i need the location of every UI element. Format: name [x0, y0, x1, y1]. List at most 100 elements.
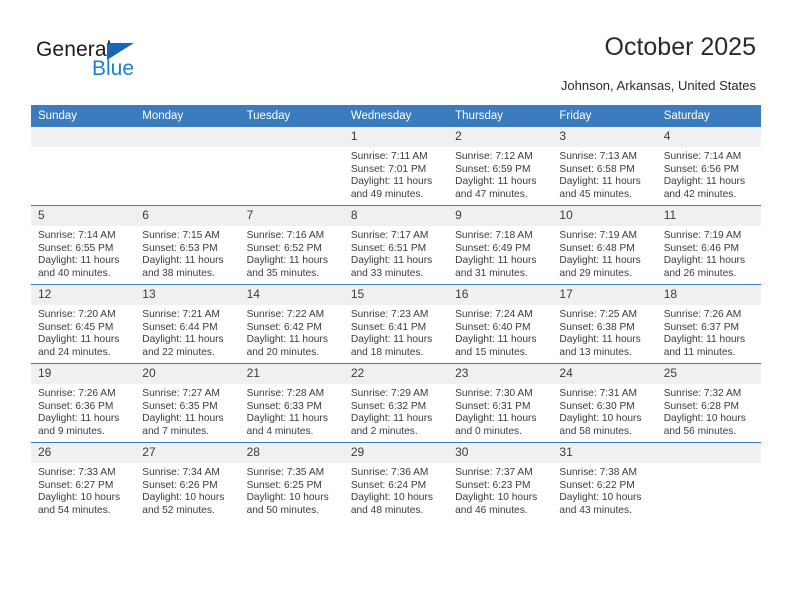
day-sun-info: Sunrise: 7:38 AM Sunset: 6:22 PM Daylight:…: [552, 463, 656, 517]
page-subtitle-location: Johnson, Arkansas, United States: [560, 78, 756, 93]
day-number: 1: [343, 127, 449, 147]
calendar-day-cell[interactable]: 12 Sunrise: 7:20 AM Sunset: 6:45 PM Dayligh…: [31, 284, 136, 364]
calendar-day-cell[interactable]: 30 Sunrise: 7:37 AM Sunset: 6:23 PM Dayligh…: [448, 442, 553, 521]
sunrise-text: Sunrise: 7:30 AM: [455, 388, 533, 399]
calendar-day-cell[interactable]: 23 Sunrise: 7:30 AM Sunset: 6:31 PM Dayligh…: [448, 363, 553, 443]
calendar-day-cell[interactable]: 18 Sunrise: 7:26 AM Sunset: 6:37 PM Dayligh…: [656, 284, 761, 364]
sunset-text: Sunset: 7:01 PM: [350, 163, 427, 175]
daylight-text: Daylight: 11 hours and 4 minutes.: [246, 413, 328, 437]
daylight-text: Daylight: 11 hours and 18 minutes.: [350, 334, 433, 358]
sunrise-text: Sunrise: 7:32 AM: [663, 388, 742, 399]
sunrise-text: Sunrise: 7:33 AM: [38, 467, 116, 478]
calendar-day-cell[interactable]: 22 Sunrise: 7:29 AM Sunset: 6:32 PM Dayligh…: [343, 363, 449, 443]
sunset-text: Sunset: 6:49 PM: [455, 242, 531, 254]
day-number: 25: [656, 364, 761, 384]
general-blue-logo[interactable]: General Blue: [36, 38, 236, 86]
calendar-day-cell[interactable]: 3 Sunrise: 7:13 AM Sunset: 6:58 PM Daylight…: [552, 127, 657, 206]
calendar-day-cell[interactable]: 4 Sunrise: 7:14 AM Sunset: 6:56 PM Daylight…: [656, 127, 761, 206]
calendar-day-cell[interactable]: 16 Sunrise: 7:24 AM Sunset: 6:40 PM Dayligh…: [448, 284, 553, 364]
calendar-day-cell[interactable]: 28 Sunrise: 7:35 AM Sunset: 6:25 PM Dayligh…: [239, 442, 344, 521]
day-number: 12: [31, 285, 136, 305]
sunrise-sunset-calendar: Sunday Monday Tuesday Wednesday Thursday Frid…: [31, 105, 761, 521]
sunset-text: Sunset: 6:51 PM: [350, 242, 427, 254]
page-header: General Blue October 2025 Johnson, Arkan…: [0, 0, 792, 100]
calendar-day-cell[interactable]: 17 Sunrise: 7:25 AM Sunset: 6:38 PM Dayligh…: [552, 284, 657, 364]
day-sun-info: Sunrise: 7:30 AM Sunset: 6:31 PM Daylight:…: [448, 384, 552, 438]
calendar-day-cell[interactable]: 2 Sunrise: 7:12 AM Sunset: 6:59 PM Daylight…: [448, 127, 553, 206]
weekday-header-tuesday: Tuesday: [239, 105, 344, 127]
day-number: 20: [135, 364, 240, 384]
calendar-day-cell[interactable]: 8 Sunrise: 7:17 AM Sunset: 6:51 PM Daylight…: [343, 205, 449, 285]
day-number: 4: [656, 127, 761, 147]
day-number: 22: [343, 364, 449, 384]
sunset-text: Sunset: 6:40 PM: [455, 321, 531, 333]
calendar-cell-empty: [656, 442, 761, 521]
sunset-text: Sunset: 6:52 PM: [246, 242, 322, 254]
day-sun-info: Sunrise: 7:29 AM Sunset: 6:32 PM Daylight:…: [344, 384, 448, 438]
daylight-text: Daylight: 11 hours and 33 minutes.: [350, 255, 433, 279]
daylight-text: Daylight: 10 hours and 43 minutes.: [559, 492, 642, 516]
day-number: [656, 443, 761, 463]
calendar-day-cell[interactable]: 5 Sunrise: 7:14 AM Sunset: 6:55 PM Daylight…: [31, 205, 136, 285]
calendar-cell-empty: [239, 127, 344, 206]
calendar-day-cell[interactable]: 24 Sunrise: 7:31 AM Sunset: 6:30 PM Dayligh…: [552, 363, 657, 443]
calendar-day-cell[interactable]: 26 Sunrise: 7:33 AM Sunset: 6:27 PM Dayligh…: [31, 442, 136, 521]
calendar-day-cell[interactable]: 20 Sunrise: 7:27 AM Sunset: 6:35 PM Dayligh…: [135, 363, 240, 443]
sunrise-text: Sunrise: 7:23 AM: [350, 309, 429, 320]
calendar-week-row: 5 Sunrise: 7:14 AM Sunset: 6:55 PM Daylight…: [31, 205, 761, 285]
day-sun-info: Sunrise: 7:33 AM Sunset: 6:27 PM Daylight:…: [31, 463, 135, 517]
day-number: 2: [448, 127, 553, 147]
daylight-text: Daylight: 11 hours and 29 minutes.: [559, 255, 641, 279]
day-number: [239, 127, 344, 147]
weekday-header-monday: Monday: [135, 105, 240, 127]
calendar-day-cell[interactable]: 19 Sunrise: 7:26 AM Sunset: 6:36 PM Dayligh…: [31, 363, 136, 443]
sunset-text: Sunset: 6:46 PM: [663, 242, 740, 254]
sunrise-text: Sunrise: 7:36 AM: [350, 467, 429, 478]
sunset-text: Sunset: 6:42 PM: [246, 321, 322, 333]
sunrise-text: Sunrise: 7:14 AM: [663, 151, 742, 162]
sunrise-text: Sunrise: 7:37 AM: [455, 467, 533, 478]
calendar-day-cell[interactable]: 6 Sunrise: 7:15 AM Sunset: 6:53 PM Daylight…: [135, 205, 240, 285]
calendar-day-cell[interactable]: 11 Sunrise: 7:19 AM Sunset: 6:46 PM Dayligh…: [656, 205, 761, 285]
weekday-header-friday: Friday: [552, 105, 657, 127]
calendar-day-cell[interactable]: 15 Sunrise: 7:23 AM Sunset: 6:41 PM Dayligh…: [343, 284, 449, 364]
weekday-header-wednesday: Wednesday: [343, 105, 449, 127]
calendar-week-row: 12 Sunrise: 7:20 AM Sunset: 6:45 PM Dayligh…: [31, 284, 761, 364]
day-number: 15: [343, 285, 449, 305]
sunrise-text: Sunrise: 7:13 AM: [559, 151, 637, 162]
day-number: [135, 127, 240, 147]
day-sun-info: Sunrise: 7:11 AM Sunset: 7:01 PM Daylight:…: [344, 147, 448, 201]
sunset-text: Sunset: 6:56 PM: [663, 163, 740, 175]
day-sun-info: Sunrise: 7:31 AM Sunset: 6:30 PM Daylight:…: [552, 384, 656, 438]
sunset-text: Sunset: 6:35 PM: [142, 400, 218, 412]
sunset-text: Sunset: 6:53 PM: [142, 242, 218, 254]
calendar-day-cell[interactable]: 31 Sunrise: 7:38 AM Sunset: 6:22 PM Dayligh…: [552, 442, 657, 521]
daylight-text: Daylight: 10 hours and 46 minutes.: [455, 492, 538, 516]
calendar-day-cell[interactable]: 14 Sunrise: 7:22 AM Sunset: 6:42 PM Dayligh…: [239, 284, 344, 364]
calendar-day-cell[interactable]: 13 Sunrise: 7:21 AM Sunset: 6:44 PM Dayligh…: [135, 284, 240, 364]
daylight-text: Daylight: 10 hours and 52 minutes.: [142, 492, 225, 516]
calendar-day-cell[interactable]: 29 Sunrise: 7:36 AM Sunset: 6:24 PM Dayligh…: [343, 442, 449, 521]
calendar-day-cell[interactable]: 10 Sunrise: 7:19 AM Sunset: 6:48 PM Dayligh…: [552, 205, 657, 285]
calendar-day-cell[interactable]: 1 Sunrise: 7:11 AM Sunset: 7:01 PM Daylight…: [343, 127, 449, 206]
day-sun-info: Sunrise: 7:16 AM Sunset: 6:52 PM Daylight:…: [240, 226, 344, 280]
calendar-day-cell[interactable]: 27 Sunrise: 7:34 AM Sunset: 6:26 PM Dayligh…: [135, 442, 240, 521]
weekday-header-sunday: Sunday: [31, 105, 136, 127]
calendar-day-cell[interactable]: 7 Sunrise: 7:16 AM Sunset: 6:52 PM Daylight…: [239, 205, 344, 285]
day-sun-info: Sunrise: 7:12 AM Sunset: 6:59 PM Daylight:…: [448, 147, 552, 201]
sunrise-text: Sunrise: 7:24 AM: [455, 309, 533, 320]
day-sun-info: Sunrise: 7:25 AM Sunset: 6:38 PM Daylight:…: [552, 305, 656, 359]
sunset-text: Sunset: 6:33 PM: [246, 400, 322, 412]
sunrise-text: Sunrise: 7:27 AM: [142, 388, 220, 399]
calendar-day-cell[interactable]: 9 Sunrise: 7:18 AM Sunset: 6:49 PM Daylight…: [448, 205, 553, 285]
calendar-cell-empty: [31, 127, 136, 206]
calendar-day-cell[interactable]: 25 Sunrise: 7:32 AM Sunset: 6:28 PM Dayligh…: [656, 363, 761, 443]
sunset-text: Sunset: 6:59 PM: [455, 163, 531, 175]
sunset-text: Sunset: 6:30 PM: [559, 400, 635, 412]
weekday-row: Sunday Monday Tuesday Wednesday Thursday Frid…: [31, 105, 761, 127]
day-sun-info: Sunrise: 7:14 AM Sunset: 6:55 PM Daylight:…: [31, 226, 135, 280]
day-number: 3: [552, 127, 657, 147]
day-number: 30: [448, 443, 553, 463]
calendar-day-cell[interactable]: 21 Sunrise: 7:28 AM Sunset: 6:33 PM Dayligh…: [239, 363, 344, 443]
day-sun-info: Sunrise: 7:36 AM Sunset: 6:24 PM Daylight:…: [344, 463, 448, 517]
